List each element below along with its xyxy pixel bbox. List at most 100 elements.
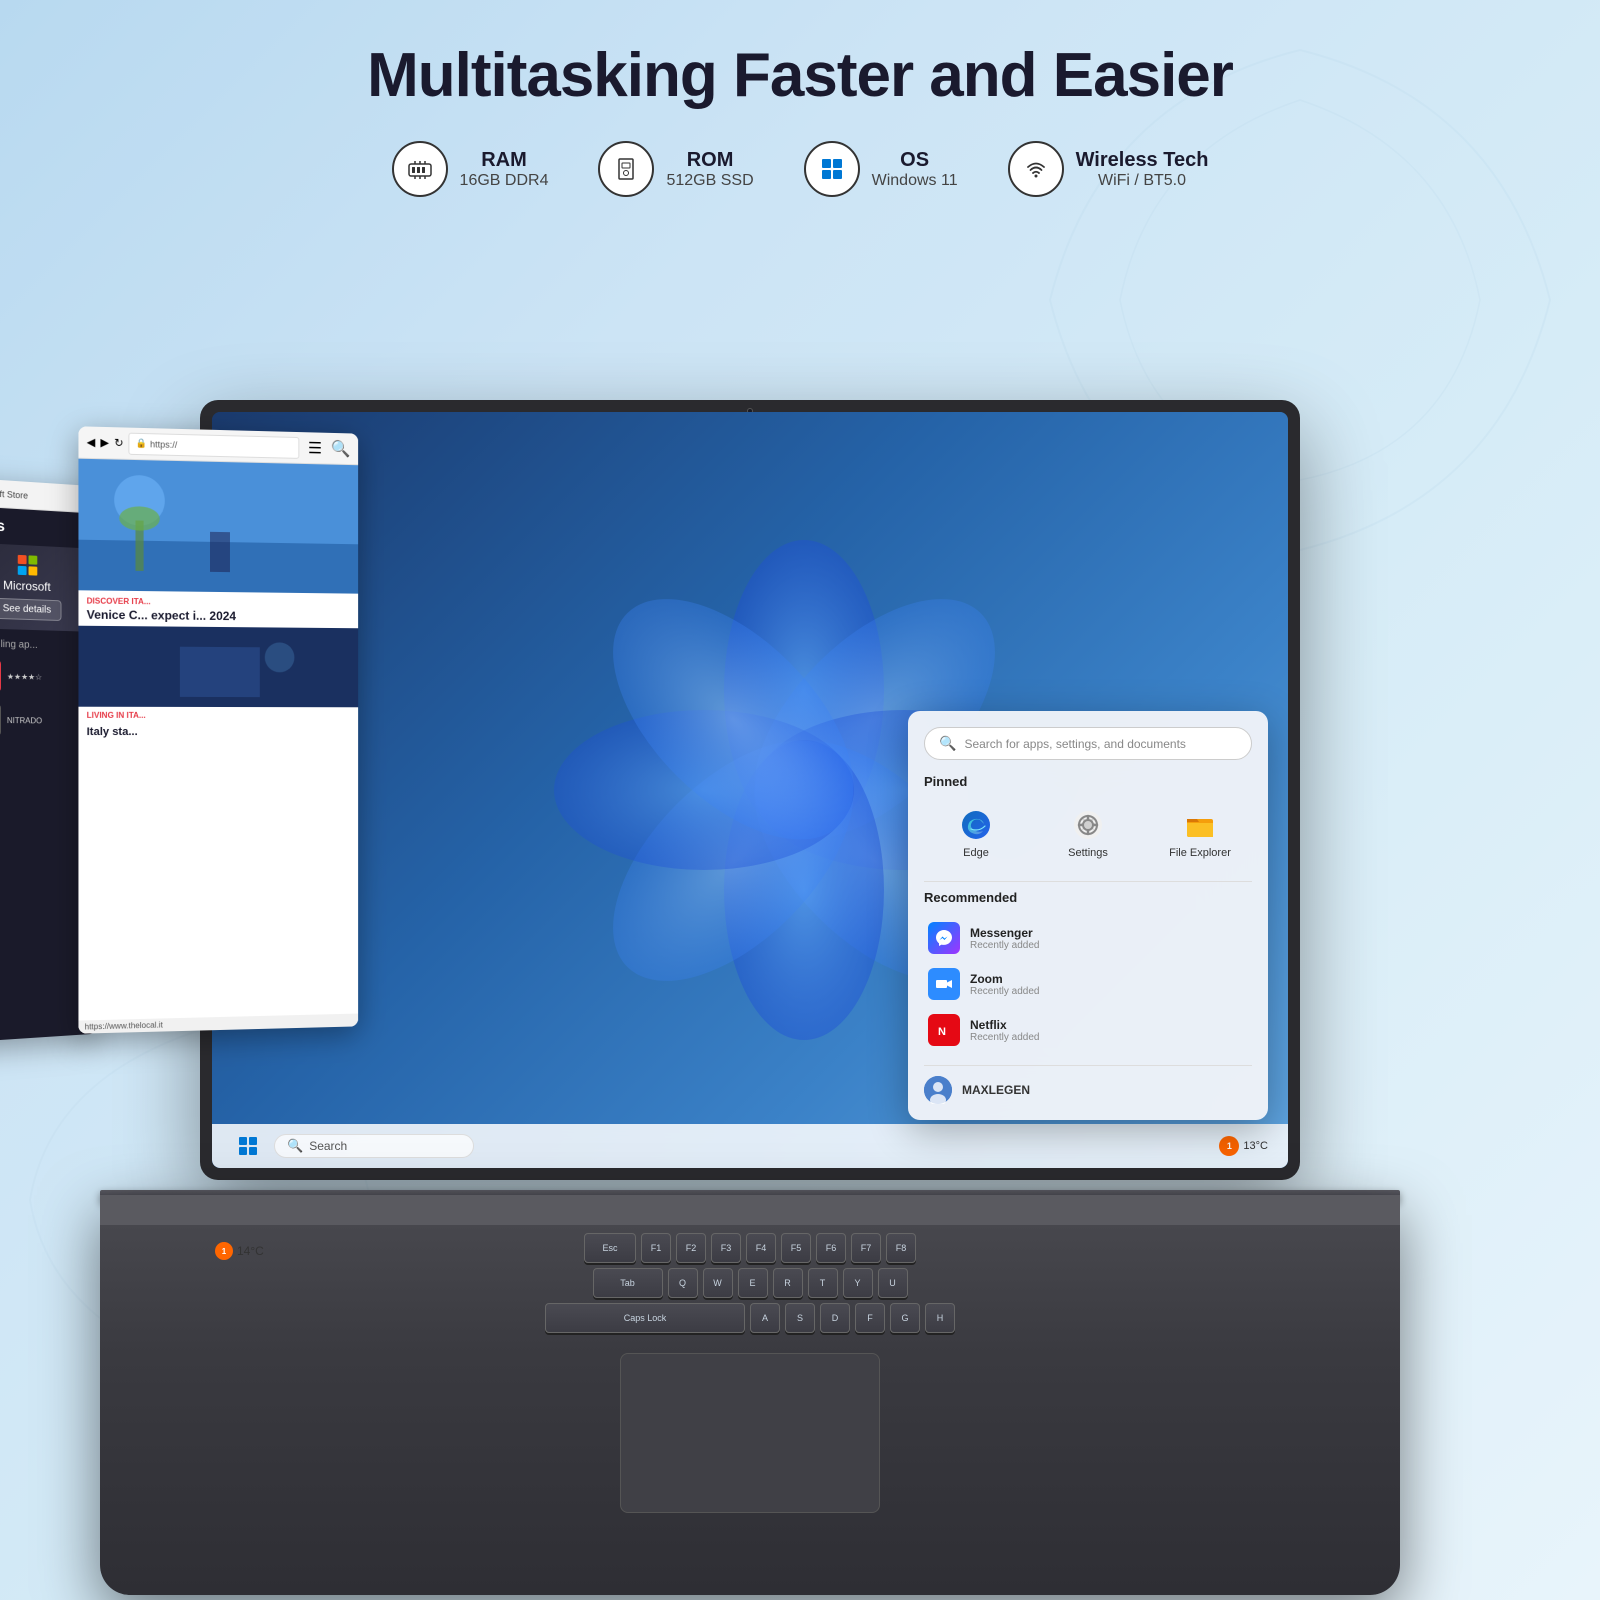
rec-zoom[interactable]: Zoom Recently added xyxy=(924,961,1252,1007)
key-d[interactable]: D xyxy=(820,1303,850,1333)
rec-messenger[interactable]: Messenger Recently added xyxy=(924,915,1252,961)
msstore-titlebar: Microsoft Store xyxy=(0,473,97,513)
key-caps[interactable]: Caps Lock xyxy=(545,1303,745,1333)
key-row-fn: Esc F1 F2 F3 F4 F5 F6 F7 F8 xyxy=(120,1233,1380,1263)
icon-chrome[interactable]: Google Chrome xyxy=(232,732,302,801)
key-f8[interactable]: F8 xyxy=(886,1233,916,1263)
windows-logo xyxy=(239,1137,257,1155)
key-e[interactable]: E xyxy=(738,1268,768,1298)
ram-label: RAM xyxy=(460,149,549,172)
key-row-mid: Caps Lock A S D F G H xyxy=(120,1303,1380,1333)
url-text: https:// xyxy=(150,439,177,450)
start-search-placeholder: Search for apps, settings, and documents xyxy=(964,737,1185,751)
messenger-icon xyxy=(928,922,960,954)
key-f3[interactable]: F3 xyxy=(711,1233,741,1263)
temp-value-left: 14°C xyxy=(237,1244,264,1258)
refresh-button[interactable]: ↻ xyxy=(114,436,123,449)
key-esc[interactable]: Esc xyxy=(584,1233,636,1263)
pinned-settings[interactable]: Settings xyxy=(1036,799,1140,867)
key-y[interactable]: Y xyxy=(843,1268,873,1298)
icon-recycle-bin[interactable]: Recycle Bin xyxy=(232,507,302,564)
temp-circle-left: 1 xyxy=(215,1242,233,1260)
keyboard-top-bar xyxy=(100,1195,1400,1225)
pinned-file-explorer[interactable]: File Explorer xyxy=(1148,799,1252,867)
pinned-title: Pinned xyxy=(924,774,1252,789)
nitrado-app-item[interactable]: N NITRADO xyxy=(0,700,87,741)
sheet-row-3: To do 33% xyxy=(0,732,24,748)
netflix-icon: N xyxy=(928,1014,960,1046)
pdf-app-item[interactable]: PDFView &Edit ★★★★☆ xyxy=(0,655,87,697)
key-a[interactable]: A xyxy=(750,1303,780,1333)
start-search-icon: 🔍 xyxy=(939,735,956,752)
edge-desktop-icon xyxy=(246,657,288,699)
icon-control-panel[interactable]: Control Panel xyxy=(232,582,302,639)
cell-2: 27% xyxy=(0,702,24,716)
msstore-title: Microsoft Store xyxy=(0,486,28,500)
lock-icon: 🔒 xyxy=(136,438,147,449)
see-details-button[interactable]: See details xyxy=(0,598,62,621)
key-h[interactable]: H xyxy=(925,1303,955,1333)
key-f1[interactable]: F1 xyxy=(641,1233,671,1263)
pinned-edge[interactable]: Edge xyxy=(924,799,1028,867)
key-r[interactable]: R xyxy=(773,1268,803,1298)
forward-button[interactable]: ▶ xyxy=(100,436,109,449)
pdf-app-stars: ★★★★☆ xyxy=(7,672,42,682)
user-name-label: MAXLEGEN xyxy=(962,1083,1030,1097)
rec-netflix[interactable]: N Netflix Recently added xyxy=(924,1007,1252,1053)
pdf-icon: PDFView &Edit xyxy=(0,659,1,692)
key-f[interactable]: F xyxy=(855,1303,885,1333)
taskbar-search-icon: 🔍 xyxy=(287,1138,303,1154)
icon-edge[interactable]: Microsoft Edge xyxy=(232,657,302,714)
cell-10: 45% xyxy=(0,761,24,776)
msstore-main: Apps Microsoft See details xyxy=(0,505,97,1043)
chrome-icon xyxy=(246,732,288,774)
key-f7[interactable]: F7 xyxy=(851,1233,881,1263)
icon-this-pc[interactable]: This PC xyxy=(232,432,302,489)
rom-label: ROM xyxy=(666,149,753,172)
rec-zoom-text: Zoom Recently added xyxy=(970,972,1040,997)
laptop-screen-outer: This PC Recycle Bin xyxy=(200,400,1300,1180)
back-button[interactable]: ◀ xyxy=(87,436,96,449)
spec-os: OS Windows 11 xyxy=(804,141,958,197)
pinned-settings-label: Settings xyxy=(1068,847,1108,859)
sheet-row-4: 38% xyxy=(0,746,24,762)
taskbar-search[interactable]: 🔍 Search xyxy=(274,1134,474,1158)
windows-desktop: This PC Recycle Bin xyxy=(212,412,1288,1168)
key-f2[interactable]: F2 xyxy=(676,1233,706,1263)
this-week-label: This w... xyxy=(0,780,24,791)
msstore-featured[interactable]: Microsoft See details xyxy=(0,542,87,631)
laptop-screen-inner: This PC Recycle Bin xyxy=(212,412,1288,1168)
os-label: OS xyxy=(872,149,958,172)
key-t[interactable]: T xyxy=(808,1268,838,1298)
rom-icon xyxy=(598,141,654,197)
key-s[interactable]: S xyxy=(785,1303,815,1333)
touchpad[interactable] xyxy=(620,1353,880,1513)
key-f4[interactable]: F4 xyxy=(746,1233,776,1263)
netflix-name: Netflix xyxy=(970,1018,1040,1032)
temp-badge-left: 1 14°C xyxy=(215,1242,264,1260)
start-button[interactable] xyxy=(232,1130,264,1162)
this-pc-icon xyxy=(246,432,288,474)
key-f6[interactable]: F6 xyxy=(816,1233,846,1263)
key-u[interactable]: U xyxy=(878,1268,908,1298)
key-g[interactable]: G xyxy=(890,1303,920,1333)
control-panel-label: Control Panel xyxy=(237,627,298,639)
divider xyxy=(924,881,1252,882)
pinned-file-explorer-icon xyxy=(1182,807,1218,843)
key-w[interactable]: W xyxy=(703,1268,733,1298)
nitrado-icon: N xyxy=(0,704,1,736)
key-q[interactable]: Q xyxy=(668,1268,698,1298)
photos-window: Photos + See all photos Secondary row Fi… xyxy=(0,517,38,892)
sheet-content: File 27% Found 8% To do 33% 38% xyxy=(0,696,30,806)
sheet-row-2: Found 8% xyxy=(0,717,24,732)
pinned-edge-icon xyxy=(958,807,994,843)
start-search-box[interactable]: 🔍 Search for apps, settings, and documen… xyxy=(924,727,1252,760)
key-tab[interactable]: Tab xyxy=(593,1268,663,1298)
key-f5[interactable]: F5 xyxy=(781,1233,811,1263)
laptop-keyboard: Esc F1 F2 F3 F4 F5 F6 F7 F8 Tab Q W E R … xyxy=(100,1195,1400,1595)
laptop: This PC Recycle Bin xyxy=(0,400,1600,1600)
spec-wireless: Wireless Tech WiFi / BT5.0 xyxy=(1008,141,1209,197)
taskbar: 🔍 Search 1 13°C xyxy=(212,1124,1288,1168)
temp-badge: 1 xyxy=(1219,1136,1239,1156)
start-user[interactable]: MAXLEGEN xyxy=(924,1065,1252,1104)
